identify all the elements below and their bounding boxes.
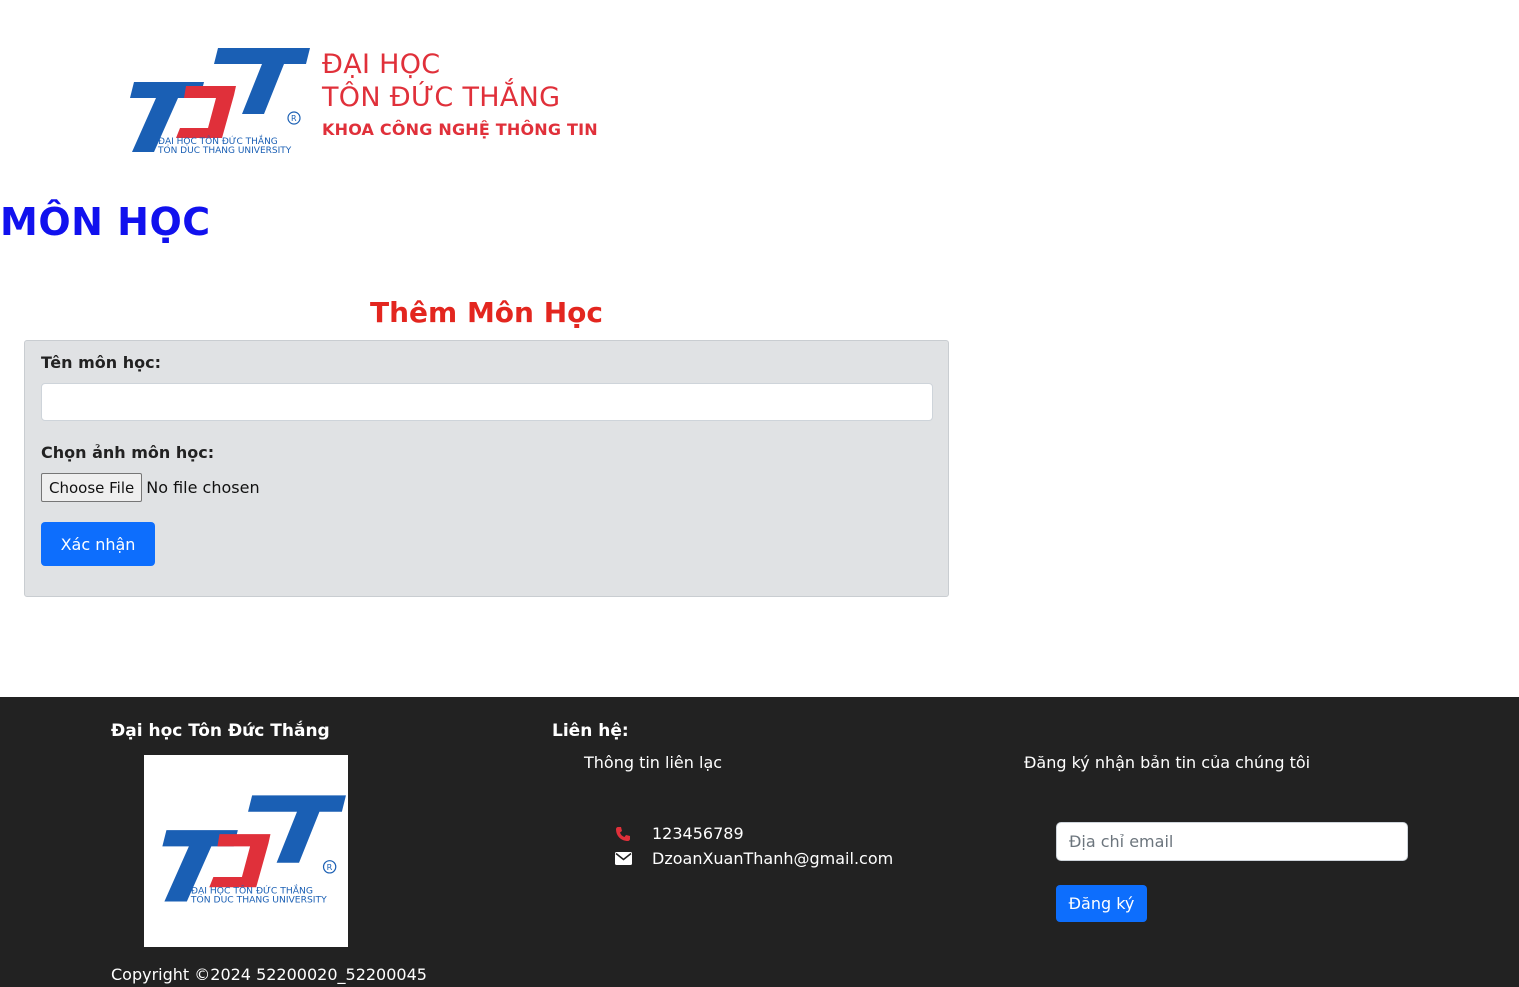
subscribe-button[interactable]: Đăng ký <box>1056 885 1147 922</box>
contact-email: DzoanXuanThanh@gmail.com <box>614 849 893 868</box>
form-title: Thêm Môn Học <box>370 296 603 329</box>
add-course-form: Tên môn học: Chọn ảnh môn học: Choose Fi… <box>24 340 949 597</box>
footer-university-title: Đại học Tôn Đức Thắng <box>111 721 330 741</box>
footer-contact-title: Liên hệ: <box>552 721 629 741</box>
choose-file-button[interactable]: Choose File <box>41 473 143 502</box>
tdt-logo[interactable]: R ĐẠI HỌC TÔN ĐỨC THẮNG TON DUC THANG UN… <box>112 40 312 165</box>
footer-logo: R ĐẠI HỌC TÔN ĐỨC THẮNG TON DUC THANG UN… <box>144 755 348 947</box>
email-address[interactable]: DzoanXuanThanh@gmail.com <box>652 849 893 868</box>
brand-text: ĐẠI HỌC TÔN ĐỨC THẮNG KHOA CÔNG NGHỆ THÔ… <box>322 48 598 139</box>
svg-text:R: R <box>291 114 297 123</box>
contact-phone: 123456789 <box>614 824 744 843</box>
page-title: MÔN HỌC <box>0 200 211 244</box>
brand-line3: KHOA CÔNG NGHỆ THÔNG TIN <box>322 120 598 139</box>
footer-contact-subtitle: Thông tin liên lạc <box>584 753 723 772</box>
newsletter-email-input[interactable]: Địa chỉ email <box>1056 822 1408 861</box>
newsletter-title: Đăng ký nhận bản tin của chúng tôi <box>1024 753 1311 772</box>
copyright: Copyright ©2024 52200020_52200045 <box>111 965 427 984</box>
phone-icon <box>614 826 632 842</box>
submit-button[interactable]: Xác nhận <box>41 522 155 566</box>
logo-text-line2: TON DUC THANG UNIVERSITY <box>157 146 292 156</box>
brand-line2: TÔN ĐỨC THẮNG <box>322 82 561 113</box>
course-image-label: Chọn ảnh môn học: <box>41 443 215 462</box>
tdt-logo-icon: R ĐẠI HỌC TÔN ĐỨC THẮNG TON DUC THANG UN… <box>130 48 310 156</box>
file-picker: Choose File No file chosen <box>41 473 260 502</box>
svg-text:R: R <box>327 862 333 872</box>
file-status: No file chosen <box>146 478 260 497</box>
tdt-logo-icon: R ĐẠI HỌC TÔN ĐỨC THẮNG TON DUC THANG UN… <box>162 795 346 906</box>
phone-number: 123456789 <box>652 824 744 843</box>
footer-logo-text-line2: TON DUC THANG UNIVERSITY <box>190 895 327 906</box>
brand-line1: ĐẠI HỌC <box>322 49 441 80</box>
site-footer: Đại học Tôn Đức Thắng R ĐẠI HỌC TÔN ĐỨC … <box>0 697 1519 987</box>
site-header: R ĐẠI HỌC TÔN ĐỨC THẮNG TON DUC THANG UN… <box>0 0 1519 190</box>
envelope-icon <box>614 851 632 867</box>
course-name-label: Tên môn học: <box>41 353 161 372</box>
course-name-input[interactable] <box>41 383 933 421</box>
